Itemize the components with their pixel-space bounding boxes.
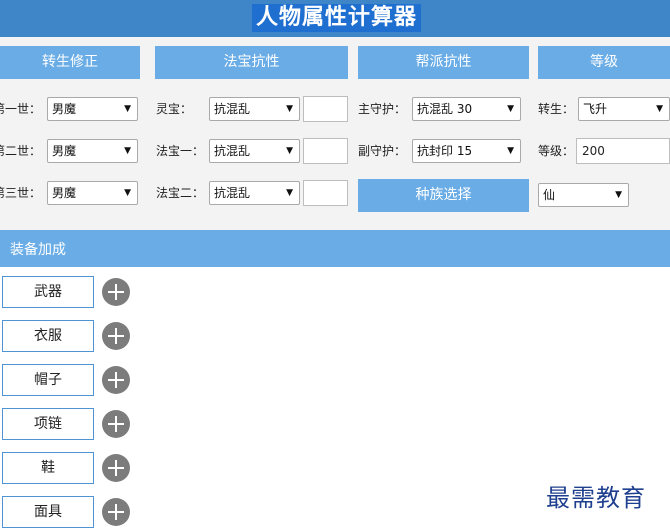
treasure-3-value: 抗混乱 bbox=[214, 186, 251, 200]
plus-circle-icon[interactable] bbox=[102, 278, 130, 306]
faction-sub-label: 副守护： bbox=[358, 144, 407, 158]
treasure-1-value: 抗混乱 bbox=[214, 102, 251, 116]
equipment-hat[interactable]: 帽子 bbox=[2, 364, 94, 396]
chevron-down-icon: ▼ bbox=[124, 146, 131, 156]
chevron-down-icon: ▼ bbox=[286, 188, 293, 198]
level-rebirth-value: 飞升 bbox=[583, 102, 608, 116]
race-select-button[interactable]: 种族选择 bbox=[358, 179, 529, 212]
equipment-title: 装备加成 bbox=[10, 242, 66, 258]
treasure-2-input[interactable] bbox=[303, 138, 348, 164]
level-rebirth-select[interactable]: 飞升 ▼ bbox=[578, 97, 670, 121]
chevron-down-icon: ▼ bbox=[615, 190, 622, 200]
rebirth-2-select[interactable]: 男魔 ▼ bbox=[47, 139, 138, 163]
faction-sub-value: 抗封印 15 bbox=[417, 144, 473, 158]
watermark: 最需教育 bbox=[546, 484, 646, 512]
treasure-1-input[interactable] bbox=[303, 96, 348, 122]
chevron-down-icon: ▼ bbox=[124, 188, 131, 198]
faction-main-label: 主守护： bbox=[358, 102, 407, 116]
faction-main-value: 抗混乱 30 bbox=[417, 102, 473, 116]
faction-sub-select[interactable]: 抗封印 15 ▼ bbox=[412, 139, 521, 163]
treasure-1-select[interactable]: 抗混乱 ▼ bbox=[209, 97, 300, 121]
chevron-down-icon: ▼ bbox=[656, 104, 663, 114]
header-faction: 帮派抗性 bbox=[358, 46, 529, 79]
equipment-mask[interactable]: 面具 bbox=[2, 496, 94, 528]
treasure-1-label: 灵宝： bbox=[156, 102, 193, 116]
equipment-clothes[interactable]: 衣服 bbox=[2, 320, 94, 352]
equipment-weapon[interactable]: 武器 bbox=[2, 276, 94, 308]
rebirth-3-value: 男魔 bbox=[52, 186, 77, 200]
plus-circle-icon[interactable] bbox=[102, 410, 130, 438]
race-value: 仙 bbox=[543, 188, 556, 202]
rebirth-1-value: 男魔 bbox=[52, 102, 77, 116]
header-rebirth: 转生修正 bbox=[0, 46, 140, 79]
faction-main-select[interactable]: 抗混乱 30 ▼ bbox=[412, 97, 521, 121]
treasure-2-value: 抗混乱 bbox=[214, 144, 251, 158]
treasure-3-select[interactable]: 抗混乱 ▼ bbox=[209, 181, 300, 205]
rebirth-1-select[interactable]: 男魔 ▼ bbox=[47, 97, 138, 121]
plus-circle-icon[interactable] bbox=[102, 322, 130, 350]
rebirth-3-label: 第三世： bbox=[0, 186, 42, 200]
chevron-down-icon: ▼ bbox=[507, 146, 514, 156]
chevron-down-icon: ▼ bbox=[286, 146, 293, 156]
header-treasure: 法宝抗性 bbox=[155, 46, 348, 79]
level-label: 等级： bbox=[538, 144, 575, 158]
plus-circle-icon[interactable] bbox=[102, 366, 130, 394]
page-title: 人物属性计算器 bbox=[252, 4, 422, 32]
level-input[interactable]: 200 bbox=[576, 138, 670, 164]
race-select[interactable]: 仙 ▼ bbox=[538, 183, 629, 207]
chevron-down-icon: ▼ bbox=[507, 104, 514, 114]
rebirth-2-value: 男魔 bbox=[52, 144, 77, 158]
rebirth-1-label: 第一世： bbox=[0, 102, 42, 116]
treasure-3-input[interactable] bbox=[303, 180, 348, 206]
chevron-down-icon: ▼ bbox=[286, 104, 293, 114]
rebirth-2-label: 第二世： bbox=[0, 144, 42, 158]
level-rebirth-label: 转生： bbox=[538, 102, 575, 116]
equipment-necklace[interactable]: 项链 bbox=[2, 408, 94, 440]
treasure-3-label: 法宝二： bbox=[156, 186, 205, 200]
plus-circle-icon[interactable] bbox=[102, 498, 130, 526]
treasure-2-label: 法宝一： bbox=[156, 144, 205, 158]
chevron-down-icon: ▼ bbox=[124, 104, 131, 114]
title-bar: 人物属性计算器 bbox=[0, 0, 670, 37]
treasure-2-select[interactable]: 抗混乱 ▼ bbox=[209, 139, 300, 163]
equipment-shoes[interactable]: 鞋 bbox=[2, 452, 94, 484]
header-level: 等级 bbox=[538, 46, 670, 79]
plus-circle-icon[interactable] bbox=[102, 454, 130, 482]
rebirth-3-select[interactable]: 男魔 ▼ bbox=[47, 181, 138, 205]
equipment-bar: 装备加成 bbox=[0, 230, 670, 267]
